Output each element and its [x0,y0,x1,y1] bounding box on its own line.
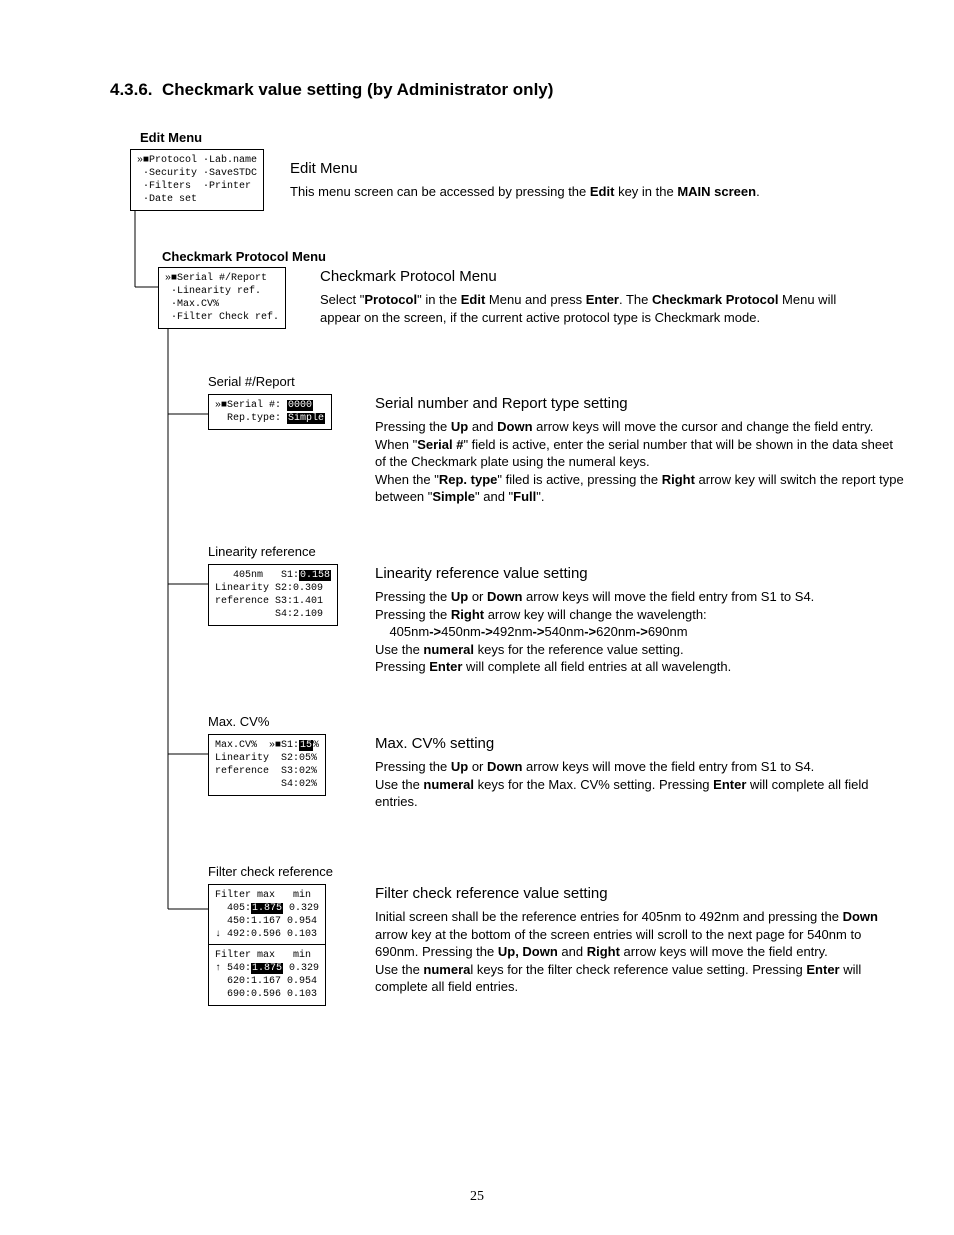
linearity-description: Linearity reference value setting Pressi… [375,564,905,676]
serial-desc-title: Serial number and Report type setting [375,394,905,414]
section-heading: 4.3.6. Checkmark value setting (by Admin… [110,80,904,100]
cpm-lcd: »■Serial #/Report ·Linearity ref. ·Max.C… [158,267,286,329]
filtercheck-desc-title: Filter check reference value setting [375,884,905,904]
edit-menu-desc-text: This menu screen can be accessed by pres… [290,183,850,201]
filtercheck-lcd-2: Filter max min ↑ 540:1.875 0.329 620:1.1… [208,944,326,1006]
filtercheck-desc-text: Initial screen shall be the reference en… [375,908,905,996]
maxcv-desc-title: Max. CV% setting [375,734,905,754]
serial-label: Serial #/Report [208,374,295,389]
cpm-desc-title: Checkmark Protocol Menu [320,267,880,287]
edit-menu-description: Edit Menu This menu screen can be access… [290,159,850,201]
cpm-desc-text: Select "Protocol" in the Edit Menu and p… [320,291,880,326]
edit-menu-heading: Edit Menu [140,130,904,145]
serial-desc-text: Pressing the Up and Down arrow keys will… [375,418,905,506]
maxcv-label: Max. CV% [208,714,269,729]
maxcv-lcd: Max.CV% »■S1:15% Linearity S2:05% refere… [208,734,326,796]
serial-description: Serial number and Report type setting Pr… [375,394,905,506]
linearity-desc-title: Linearity reference value setting [375,564,905,584]
section-number: 4.3.6. [110,80,153,99]
serial-lcd: »■Serial #: 0000 Rep.type: Simple [208,394,332,430]
edit-menu-desc-title: Edit Menu [290,159,850,179]
edit-menu-lcd: »■Protocol ·Lab.name ·Security ·SaveSTDC… [130,149,264,211]
maxcv-desc-text: Pressing the Up or Down arrow keys will … [375,758,905,811]
cpm-description: Checkmark Protocol Menu Select "Protocol… [320,267,880,326]
maxcv-description: Max. CV% setting Pressing the Up or Down… [375,734,905,811]
section-title-text: Checkmark value setting (by Administrato… [162,80,553,99]
filtercheck-description: Filter check reference value setting Ini… [375,884,905,996]
filtercheck-lcd-1: Filter max min 405:1.875 0.329 450:1.167… [208,884,326,946]
filtercheck-label: Filter check reference [208,864,333,879]
page-number: 25 [0,1189,954,1205]
linearity-desc-text: Pressing the Up or Down arrow keys will … [375,588,905,676]
cpm-heading: Checkmark Protocol Menu [162,249,326,264]
linearity-lcd: 405nm S1:0.158 Linearity S2:0.309 refere… [208,564,338,626]
linearity-label: Linearity reference [208,544,316,559]
